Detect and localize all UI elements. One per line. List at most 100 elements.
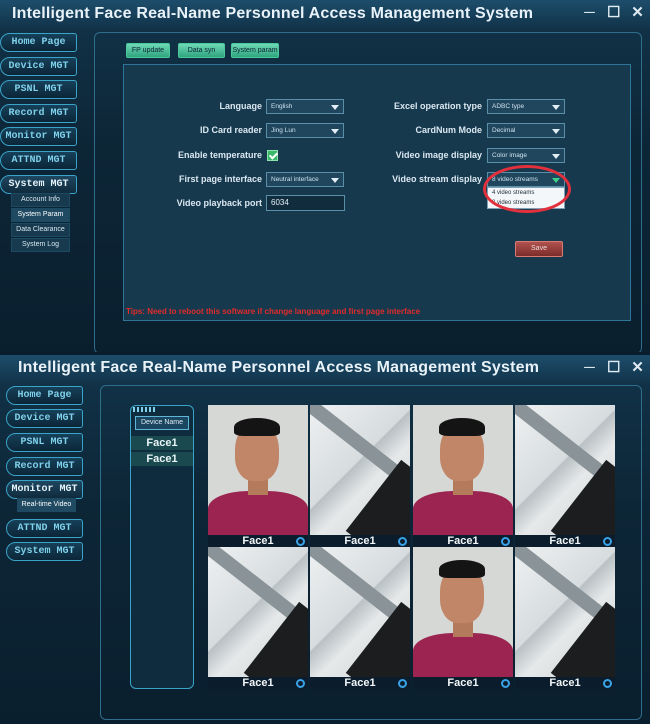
video-cell[interactable]: Face1 <box>413 547 513 689</box>
first-page-label: First page interface <box>178 174 262 184</box>
highlight-circle <box>483 165 571 213</box>
nav-device-mgt[interactable]: Device MGT <box>0 57 77 76</box>
minimize-button[interactable]: ─ <box>583 359 596 377</box>
nav-psnl-mgt[interactable]: PSNL MGT <box>6 433 83 452</box>
video-feed-ceiling <box>310 405 410 535</box>
nav-attnd-mgt[interactable]: ATTND MGT <box>0 151 77 170</box>
cardnum-mode-label: CardNum Mode <box>415 125 482 135</box>
video-caption: Face1 <box>208 535 308 547</box>
device-item[interactable]: Face1 <box>131 452 193 466</box>
video-feed-ceiling <box>208 547 308 677</box>
chevron-down-icon <box>552 154 560 159</box>
tab-fp-update[interactable]: FP update <box>126 43 170 58</box>
video-caption: Face1 <box>413 535 513 547</box>
id-reader-select[interactable]: Jing Lun <box>266 123 344 138</box>
enable-temp-checkbox[interactable] <box>267 150 278 161</box>
power-icon[interactable] <box>501 679 510 688</box>
power-icon[interactable] <box>501 537 510 546</box>
nav-device-mgt[interactable]: Device MGT <box>6 409 83 428</box>
power-icon[interactable] <box>603 679 612 688</box>
power-icon[interactable] <box>398 537 407 546</box>
video-caption: Face1 <box>413 677 513 689</box>
title-bar: Intelligent Face Real-Name Personnel Acc… <box>0 0 650 30</box>
video-cell[interactable]: Face1 <box>208 547 308 689</box>
close-button[interactable]: ✕ <box>631 4 644 22</box>
sub-system-param[interactable]: System Param <box>11 208 70 222</box>
power-icon[interactable] <box>398 679 407 688</box>
excel-type-label: Excel operation type <box>393 101 482 111</box>
tab-data-syn[interactable]: Data syn <box>178 43 225 58</box>
video-cell[interactable]: Face1 <box>515 547 615 689</box>
playback-port-input[interactable]: 6034 <box>266 195 345 211</box>
tab-system-param[interactable]: System param <box>231 43 279 58</box>
minimize-button[interactable]: ─ <box>583 4 596 22</box>
video-feed-ceiling <box>515 405 615 535</box>
cardnum-mode-value: Decimal <box>492 127 516 134</box>
video-feed-ceiling <box>515 547 615 677</box>
save-button[interactable]: Save <box>515 241 563 257</box>
first-page-select[interactable]: Neutral interface <box>266 172 344 187</box>
nav-record-mgt[interactable]: Record MGT <box>6 457 83 476</box>
video-feed-ceiling <box>310 547 410 677</box>
video-feed-face <box>413 547 513 677</box>
close-button[interactable]: ✕ <box>631 359 644 377</box>
video-cell[interactable]: Face1 <box>310 547 410 689</box>
video-cell[interactable]: Face1 <box>515 405 615 547</box>
system-param-window: Intelligent Face Real-Name Personnel Acc… <box>0 0 650 352</box>
sub-data-clearance[interactable]: Data Clearance <box>11 223 70 237</box>
nav-home-page[interactable]: Home Page <box>6 386 83 405</box>
panel-deco <box>133 407 157 412</box>
first-page-value: Neutral interface <box>271 176 319 183</box>
video-caption: Face1 <box>310 535 410 547</box>
nav-attnd-mgt[interactable]: ATTND MGT <box>6 519 83 538</box>
video-feed-face <box>208 405 308 535</box>
nav-psnl-mgt[interactable]: PSNL MGT <box>0 80 77 99</box>
cardnum-mode-select[interactable]: Decimal <box>487 123 565 138</box>
excel-type-value: ADBC type <box>492 103 525 110</box>
chevron-down-icon <box>331 178 339 183</box>
language-select[interactable]: English <box>266 99 344 114</box>
video-caption: Face1 <box>310 677 410 689</box>
language-value: English <box>271 103 293 110</box>
sub-system-log[interactable]: System Log <box>11 238 70 252</box>
chevron-down-icon <box>331 129 339 134</box>
window-title: Intelligent Face Real-Name Personnel Acc… <box>18 359 540 376</box>
title-bar: Intelligent Face Real-Name Personnel Acc… <box>0 355 650 385</box>
image-display-select[interactable]: Color image <box>487 148 565 163</box>
nav-record-mgt[interactable]: Record MGT <box>0 104 77 123</box>
nav-monitor-mgt[interactable]: Monitor MGT <box>0 127 77 146</box>
video-cell[interactable]: Face1 <box>208 405 308 547</box>
nav-monitor-mgt[interactable]: Monitor MGT <box>6 480 83 499</box>
excel-type-select[interactable]: ADBC type <box>487 99 565 114</box>
language-label: Language <box>219 101 262 111</box>
nav-system-mgt[interactable]: System MGT <box>6 542 83 561</box>
device-item[interactable]: Face1 <box>131 436 193 450</box>
image-display-label: Video image display <box>395 150 482 160</box>
sub-real-time-video[interactable]: Real-time Video <box>17 498 76 512</box>
chevron-down-icon <box>331 105 339 110</box>
maximize-button[interactable]: ☐ <box>607 359 620 377</box>
window-title: Intelligent Face Real-Name Personnel Acc… <box>12 5 534 22</box>
id-reader-value: Jing Lun <box>271 127 296 134</box>
power-icon[interactable] <box>296 537 305 546</box>
power-icon[interactable] <box>603 537 612 546</box>
tips-text: Tips: Need to reboot this software if ch… <box>126 307 421 316</box>
video-feed-face <box>413 405 513 535</box>
nav-system-mgt[interactable]: System MGT <box>0 175 77 194</box>
maximize-button[interactable]: ☐ <box>607 4 620 22</box>
id-reader-label: ID Card reader <box>199 125 262 135</box>
playback-port-label: Video playback port <box>176 198 262 208</box>
image-display-value: Color image <box>492 152 528 159</box>
nav-home-page[interactable]: Home Page <box>0 33 77 52</box>
enable-temp-label: Enable temperature <box>177 150 262 160</box>
chevron-down-icon <box>552 129 560 134</box>
device-name-header: Device Name <box>135 416 189 430</box>
video-caption: Face1 <box>515 677 615 689</box>
sub-account-info[interactable]: Account Info <box>11 193 70 207</box>
stream-display-label: Video stream display <box>392 174 482 184</box>
video-caption: Face1 <box>515 535 615 547</box>
power-icon[interactable] <box>296 679 305 688</box>
chevron-down-icon <box>552 105 560 110</box>
video-cell[interactable]: Face1 <box>413 405 513 547</box>
video-cell[interactable]: Face1 <box>310 405 410 547</box>
